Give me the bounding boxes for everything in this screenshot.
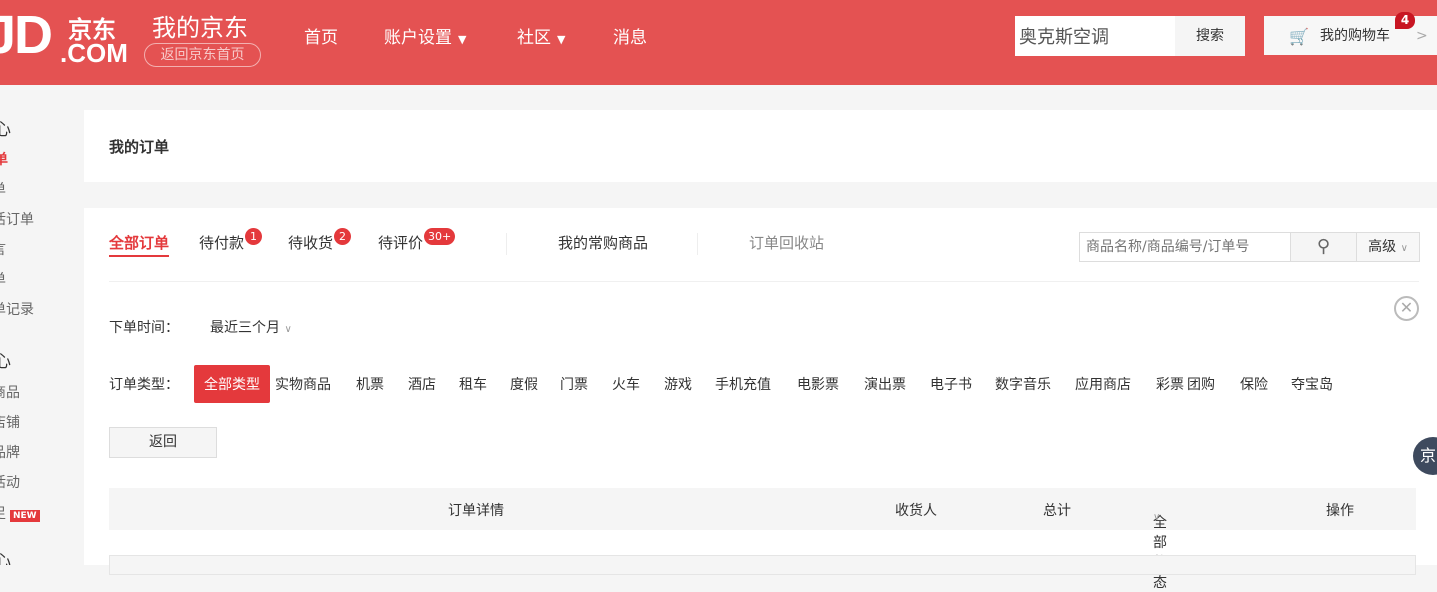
my-jd-title[interactable]: 我的京东 xyxy=(152,8,248,43)
time-filter-label: 下单时间： xyxy=(109,320,179,336)
nav-label: 社区 xyxy=(517,28,551,48)
chevron-right-icon: > xyxy=(1416,28,1428,44)
sidebar-item[interactable]: 足 NEW xyxy=(0,503,40,523)
type-filter-option[interactable]: 手机充值 xyxy=(715,374,771,394)
divider xyxy=(109,281,1419,282)
cart-icon: 🛒 xyxy=(1289,27,1309,46)
col-actions: 操作 xyxy=(1326,503,1354,519)
sidebar-item[interactable]: 品牌 xyxy=(0,442,20,462)
nav-label: 账户设置 xyxy=(384,28,452,48)
type-filter-option[interactable]: 游戏 xyxy=(664,374,692,394)
type-filter-option[interactable]: 应用商店 xyxy=(1075,374,1131,394)
sidebar-item-label: 足 xyxy=(0,506,6,522)
tab-pending-receipt[interactable]: 待收货 xyxy=(288,232,333,253)
col-total: 总计 xyxy=(1043,503,1071,519)
tab-pending-review[interactable]: 待评价 xyxy=(378,232,423,253)
sidebar-item[interactable]: 活订单 xyxy=(0,209,34,229)
type-filter-option[interactable]: 数字音乐 xyxy=(995,374,1051,394)
advanced-search-button[interactable]: 高级 ∨ xyxy=(1356,232,1420,262)
count-badge: 2 xyxy=(334,228,351,245)
chevron-down-icon: ▼ xyxy=(557,33,566,46)
nav-home[interactable]: 首页 xyxy=(304,23,338,48)
search-button[interactable]: 搜索 xyxy=(1175,16,1245,56)
sidebar-item[interactable]: 单 xyxy=(0,269,6,289)
advanced-label: 高级 xyxy=(1368,239,1397,255)
time-filter-dropdown[interactable]: 最近三个月 ∨ xyxy=(210,317,292,337)
top-header: JD 京东 .COM 我的京东 返回京东首页 首页 账户设置▼ 社区▼ 消息 搜… xyxy=(0,0,1437,85)
type-filter-option[interactable]: 租车 xyxy=(459,374,487,394)
tab-all-orders[interactable]: 全部订单 xyxy=(109,232,170,257)
type-filter-option[interactable]: 电影票 xyxy=(797,374,839,394)
chevron-down-icon: ∨ xyxy=(1153,512,1161,523)
sidebar-heading: 心 xyxy=(0,352,11,372)
chevron-down-icon: ▼ xyxy=(458,33,467,46)
new-badge: NEW xyxy=(10,510,40,522)
jd-logo[interactable]: JD xyxy=(0,4,53,66)
page-title: 我的订单 xyxy=(109,138,170,156)
sidebar-heading: 心 xyxy=(0,552,11,565)
type-filter-option[interactable]: 电子书 xyxy=(930,374,972,394)
sidebar: 心 单 单 活订单 言 单 单记录 心 商品 店铺 品牌 活动 足 NEW 心 xyxy=(0,85,84,565)
order-search-button[interactable]: ⚲ xyxy=(1290,232,1357,262)
chevron-down-icon: ∨ xyxy=(1400,243,1408,254)
sidebar-item[interactable]: 商品 xyxy=(0,382,20,402)
sidebar-heading: 心 xyxy=(0,120,11,140)
sidebar-item[interactable]: 活动 xyxy=(0,472,20,492)
back-button[interactable]: 返回 xyxy=(109,427,217,458)
time-filter-value: 最近三个月 xyxy=(210,320,280,336)
type-filter-option[interactable]: 团购 xyxy=(1187,374,1215,394)
sidebar-item[interactable]: 单 xyxy=(0,149,8,169)
order-search-input[interactable] xyxy=(1079,232,1291,262)
type-filter-option[interactable]: 酒店 xyxy=(408,374,436,394)
type-filter-option[interactable]: 彩票 xyxy=(1156,374,1184,394)
type-filter-option[interactable]: 实物商品 xyxy=(275,374,331,394)
count-badge: 1 xyxy=(245,228,262,245)
type-filter-option[interactable]: 夺宝岛 xyxy=(1291,374,1333,394)
sidebar-item[interactable]: 单 xyxy=(0,179,6,199)
cart-count-badge: 4 xyxy=(1395,12,1415,29)
back-home-button[interactable]: 返回京东首页 xyxy=(144,43,261,67)
nav-label: 首页 xyxy=(304,28,338,48)
tab-pending-payment[interactable]: 待付款 xyxy=(199,232,244,253)
type-filter-option[interactable]: 演出票 xyxy=(864,374,906,394)
search-input[interactable] xyxy=(1015,16,1175,56)
col-order-details: 订单详情 xyxy=(448,503,504,519)
count-badge: 30+ xyxy=(424,228,456,245)
type-filter-option[interactable]: 火车 xyxy=(612,374,640,394)
sidebar-item[interactable]: 单记录 xyxy=(0,299,34,319)
type-filter-option[interactable]: 全部类型 xyxy=(194,365,270,403)
sidebar-item[interactable]: 言 xyxy=(0,239,6,259)
tab-frequent-products[interactable]: 我的常购商品 xyxy=(558,232,648,253)
cart-label: 我的购物车 xyxy=(1320,28,1390,44)
divider xyxy=(506,233,507,255)
table-header: 订单详情 收货人 总计 全部状态∨ 操作 xyxy=(109,488,1416,591)
col-status: 全部状态 xyxy=(1153,515,1167,591)
type-filter-option[interactable]: 门票 xyxy=(560,374,588,394)
col-recipient: 收货人 xyxy=(895,503,937,519)
chevron-down-icon: ∨ xyxy=(284,324,292,335)
order-row xyxy=(109,555,1416,575)
divider xyxy=(697,233,698,255)
nav-label: 消息 xyxy=(613,28,647,48)
close-icon[interactable]: ✕ xyxy=(1394,296,1419,321)
search-icon: ⚲ xyxy=(1316,236,1331,257)
type-filter-option[interactable]: 保险 xyxy=(1240,374,1268,394)
nav-messages[interactable]: 消息 xyxy=(613,23,647,48)
orders-panel: 全部订单 待付款 1 待收货 2 待评价 30+ 我的常购商品 订单回收站 ⚲ … xyxy=(84,208,1437,591)
nav-account-settings[interactable]: 账户设置 ▼ xyxy=(384,23,466,48)
nav-community[interactable]: 社区 ▼ xyxy=(517,23,565,48)
type-filter-option[interactable]: 度假 xyxy=(510,374,538,394)
tab-recycle-bin[interactable]: 订单回收站 xyxy=(749,232,824,253)
page-title-panel: 我的订单 xyxy=(84,110,1437,182)
type-filter-option[interactable]: 机票 xyxy=(356,374,384,394)
type-filter-label: 订单类型： xyxy=(109,377,179,393)
logo-com: .COM xyxy=(60,38,128,68)
sidebar-item[interactable]: 店铺 xyxy=(0,412,20,432)
